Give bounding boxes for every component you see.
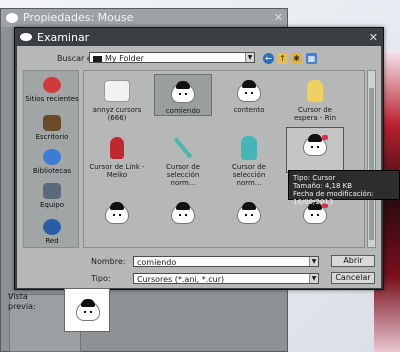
file-item[interactable]: Cursor de espera - Rin <box>286 74 344 124</box>
file-list[interactable]: annyz cursors (666) comiendo contento Cu… <box>83 70 365 248</box>
onigiri-cursor-icon <box>76 299 100 321</box>
mouse-properties-title: Propiedades: Mouse <box>23 11 134 24</box>
miku-cursor-icon <box>241 136 257 160</box>
rin-cursor-icon <box>307 80 323 102</box>
place-libraries[interactable]: Bibliotecas <box>24 149 80 175</box>
chevron-down-icon[interactable]: ▼ <box>309 274 318 283</box>
file-item[interactable] <box>88 196 146 232</box>
filename-label: Nombre: <box>91 257 126 266</box>
cancel-button[interactable]: Cancelar <box>331 272 375 284</box>
cursor-preview <box>64 288 110 332</box>
filename-input[interactable]: comiendo ▼ <box>133 256 319 267</box>
look-in-dropdown[interactable]: My Folder ▼ <box>89 52 255 63</box>
onigiri-cursor-icon <box>237 80 261 102</box>
onigiri-cursor-icon <box>237 202 261 224</box>
dialog-body: Buscar en: My Folder ▼ ← ↑ ✱ ▦ Sitios re… <box>17 46 381 288</box>
recent-places-icon <box>43 77 61 93</box>
dialog-title: Examinar <box>37 31 90 44</box>
file-item-hovered[interactable] <box>286 127 344 173</box>
close-icon[interactable]: ✕ <box>274 11 283 24</box>
places-bar: Sitios recientes Escritorio Bibliotecas … <box>23 70 79 248</box>
scrollbar-thumb[interactable] <box>369 88 374 240</box>
view-menu-icon[interactable]: ▦ <box>306 53 317 64</box>
file-item[interactable]: Cursor de selección norm... <box>154 131 212 187</box>
tooltip-size: Tamaño: 4,18 KB <box>293 182 353 190</box>
open-button[interactable]: Abrir <box>331 255 375 267</box>
mouse-icon <box>20 33 32 41</box>
file-item[interactable] <box>154 196 212 232</box>
vertical-scrollbar[interactable] <box>367 70 376 248</box>
place-recent[interactable]: Sitios recientes <box>24 77 80 103</box>
chevron-down-icon[interactable]: ▼ <box>309 257 318 266</box>
file-item-selected[interactable]: comiendo <box>154 74 212 116</box>
up-folder-icon[interactable]: ↑ <box>277 53 288 64</box>
close-button[interactable]: ✕ <box>369 31 378 44</box>
sword-cursor-icon <box>173 137 193 159</box>
computer-icon <box>43 183 61 199</box>
tooltip-date: Fecha de modificación: 16/09/2013 <box>293 190 374 206</box>
folder-icon <box>93 55 102 62</box>
folder-icon <box>104 80 130 102</box>
onigiri-bow-cursor-icon <box>303 134 328 156</box>
file-tooltip: Tipo: Cursor Tamaño: 4,18 KB Fecha de mo… <box>288 170 400 206</box>
file-item[interactable] <box>220 196 278 232</box>
filetype-dropdown[interactable]: Cursores (*.ani, *.cur) ▼ <box>133 273 319 284</box>
filetype-value: Cursores (*.ani, *.cur) <box>137 275 225 284</box>
desktop-icon <box>43 115 61 131</box>
look-in-value: My Folder <box>105 54 144 63</box>
mouse-icon <box>6 13 18 23</box>
onigiri-cursor-icon <box>105 202 129 224</box>
preview-label: Vista previa: <box>8 292 36 311</box>
chevron-down-icon[interactable]: ▼ <box>245 53 254 62</box>
file-item[interactable]: contento <box>220 74 278 116</box>
filename-value: comiendo <box>137 258 177 267</box>
meiko-cursor-icon <box>110 137 124 159</box>
file-item[interactable]: Cursor de Link - Meiko <box>88 131 146 181</box>
filetype-label: Tipo: <box>91 274 111 283</box>
network-icon <box>43 219 61 235</box>
onigiri-cursor-icon <box>171 81 195 103</box>
file-item[interactable]: annyz cursors (666) <box>88 74 146 124</box>
place-network[interactable]: Red <box>24 219 80 245</box>
libraries-icon <box>43 149 61 165</box>
mouse-properties-titlebar[interactable]: Propiedades: Mouse ✕ <box>1 9 287 27</box>
back-icon[interactable]: ← <box>263 53 274 64</box>
onigiri-cursor-icon <box>171 202 195 224</box>
place-computer[interactable]: Equipo <box>24 183 80 209</box>
new-folder-icon[interactable]: ✱ <box>291 53 302 64</box>
dialog-titlebar[interactable]: Examinar ✕ <box>15 28 383 46</box>
place-desktop[interactable]: Escritorio <box>24 115 80 141</box>
browse-dialog: Examinar ✕ Buscar en: My Folder ▼ ← ↑ ✱ … <box>14 27 384 290</box>
tooltip-type: Tipo: Cursor <box>293 174 336 182</box>
file-item[interactable]: Cursor de selección norm... <box>220 131 278 187</box>
